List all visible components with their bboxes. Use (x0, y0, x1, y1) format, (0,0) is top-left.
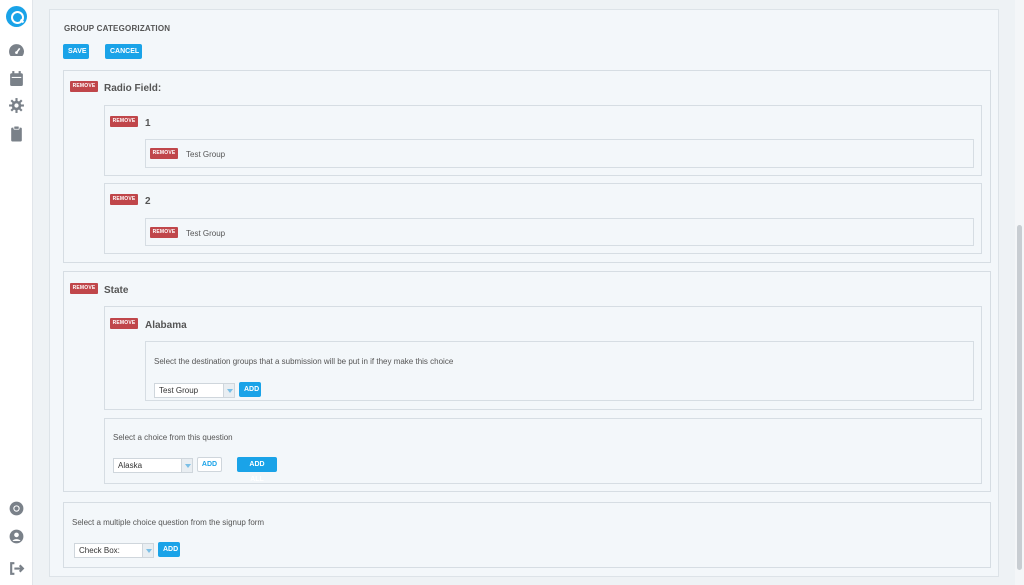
destination-group-select[interactable]: Test Group (154, 383, 235, 398)
add-choice-button[interactable]: ADD (197, 457, 222, 472)
search-logo-icon[interactable] (6, 6, 27, 27)
state-title: State (104, 285, 129, 296)
chevron-down-icon (223, 384, 234, 397)
radio-choice-2: REMOVE 2 REMOVE Test Group (104, 183, 982, 254)
remove-alabama-button[interactable]: REMOVE (110, 318, 138, 329)
choice-1-label: 1 (145, 118, 151, 129)
group-categorization-panel: GROUP CATEGORIZATION SAVE CANCEL REMOVE … (49, 9, 999, 577)
choice-1-group-name: Test Group (186, 150, 226, 159)
choice-picker-box: Select a choice from this question Alask… (104, 418, 982, 484)
user-icon[interactable] (8, 528, 25, 545)
remove-group-2-button[interactable]: REMOVE (150, 227, 178, 238)
page-scrollbar[interactable] (1015, 0, 1024, 585)
choice-select[interactable]: Alaska (113, 458, 193, 473)
radio-field-title: Radio Field: (104, 83, 162, 94)
state-choice-alabama: REMOVE Alabama Select the destination gr… (104, 306, 982, 410)
scrollbar-thumb[interactable] (1017, 225, 1022, 570)
question-select[interactable]: Check Box: (74, 543, 154, 558)
sidebar (0, 0, 33, 585)
add-destination-group-button[interactable]: ADD (239, 382, 261, 397)
choice-1-group-row: REMOVE Test Group (145, 139, 974, 168)
question-select-value: Check Box: (79, 546, 120, 555)
calendar-icon[interactable] (8, 70, 25, 87)
logout-icon[interactable] (8, 560, 25, 577)
remove-group-1-button[interactable]: REMOVE (150, 148, 178, 159)
save-button[interactable]: SAVE (63, 44, 89, 59)
radio-field-section: REMOVE Radio Field: REMOVE 1 REMOVE Test… (63, 70, 991, 263)
dashboard-icon[interactable] (8, 42, 25, 59)
clipboard-icon[interactable] (8, 125, 25, 142)
add-all-choices-button[interactable]: ADD ALL (237, 457, 277, 483)
chevron-down-icon (142, 544, 153, 557)
remove-choice-2-button[interactable]: REMOVE (110, 194, 138, 205)
remove-radio-field-button[interactable]: REMOVE (70, 81, 98, 92)
destination-group-value: Test Group (159, 386, 199, 395)
alabama-label: Alabama (145, 320, 187, 331)
choice-2-group-name: Test Group (186, 229, 226, 238)
choice-picker-label: Select a choice from this question (113, 433, 233, 442)
cancel-button[interactable]: CANCEL (105, 44, 142, 59)
page-title: GROUP CATEGORIZATION (64, 24, 171, 33)
help-icon[interactable] (8, 500, 25, 517)
radio-choice-1: REMOVE 1 REMOVE Test Group (104, 105, 982, 176)
choice-2-group-row: REMOVE Test Group (145, 218, 974, 246)
choice-select-value: Alaska (118, 461, 143, 470)
question-picker-box: Select a multiple choice question from t… (63, 502, 991, 568)
chevron-down-icon (181, 459, 192, 472)
gear-icon[interactable] (8, 97, 25, 114)
remove-choice-1-button[interactable]: REMOVE (110, 116, 138, 127)
choice-2-label: 2 (145, 196, 151, 207)
alabama-destination-box: Select the destination groups that a sub… (145, 341, 974, 401)
add-question-button[interactable]: ADD (158, 542, 180, 557)
remove-state-button[interactable]: REMOVE (70, 283, 98, 294)
destination-instruction: Select the destination groups that a sub… (154, 357, 454, 366)
state-section: REMOVE State REMOVE Alabama Select the d… (63, 271, 991, 492)
question-picker-label: Select a multiple choice question from t… (72, 518, 265, 527)
